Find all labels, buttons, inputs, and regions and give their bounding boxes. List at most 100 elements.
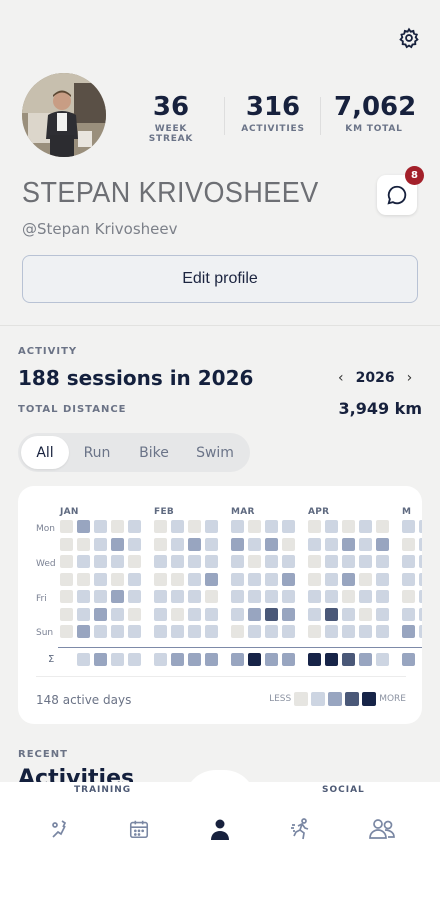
heatmap-day-cell[interactable] (308, 607, 321, 621)
heatmap-day-cell[interactable] (402, 555, 415, 568)
heatmap-day-cell[interactable] (231, 607, 244, 621)
running-icon[interactable] (287, 815, 315, 843)
heatmap-day-cell[interactable] (402, 537, 415, 551)
heatmap-day-cell[interactable] (77, 537, 90, 551)
heatmap-day-cell[interactable] (111, 607, 124, 621)
heatmap-day-cell[interactable] (188, 607, 201, 621)
chevron-left-icon[interactable]: ‹ (338, 370, 344, 386)
heatmap-day-cell[interactable] (265, 607, 278, 621)
heatmap-day-cell[interactable] (231, 537, 244, 551)
heatmap-day-cell[interactable] (248, 537, 261, 551)
heatmap-day-cell[interactable] (402, 520, 415, 533)
heatmap-day-cell[interactable] (154, 555, 167, 568)
heatmap-day-cell[interactable] (359, 572, 372, 586)
profile-icon[interactable] (206, 815, 234, 843)
heatmap-day-cell[interactable] (77, 625, 90, 638)
heatmap-day-cell[interactable] (419, 590, 422, 603)
heatmap-day-cell[interactable] (342, 625, 355, 638)
heatmap-day-cell[interactable] (376, 590, 389, 603)
heatmap-day-cell[interactable] (60, 537, 73, 551)
heatmap-day-cell[interactable] (376, 520, 389, 533)
heatmap-day-cell[interactable] (231, 520, 244, 533)
heatmap-day-cell[interactable] (376, 625, 389, 638)
heatmap-day-cell[interactable] (248, 590, 261, 603)
heatmap-day-cell[interactable] (111, 625, 124, 638)
heatmap-day-cell[interactable] (308, 572, 321, 586)
heatmap-day-cell[interactable] (376, 607, 389, 621)
heatmap-day-cell[interactable] (248, 625, 261, 638)
heatmap-day-cell[interactable] (94, 590, 107, 603)
heatmap-day-cell[interactable] (376, 537, 389, 551)
heatmap-day-cell[interactable] (376, 572, 389, 586)
heatmap-day-cell[interactable] (111, 520, 124, 533)
heatmap-day-cell[interactable] (205, 607, 218, 621)
heatmap-day-cell[interactable] (77, 572, 90, 586)
heatmap-day-cell[interactable] (325, 625, 338, 638)
friends-icon[interactable] (368, 815, 396, 843)
heatmap-day-cell[interactable] (282, 607, 295, 621)
heatmap-day-cell[interactable] (402, 625, 415, 638)
heatmap-day-cell[interactable] (282, 625, 295, 638)
heatmap-day-cell[interactable] (60, 520, 73, 533)
heatmap-day-cell[interactable] (171, 607, 184, 621)
heatmap-day-cell[interactable] (342, 590, 355, 603)
heatmap-day-cell[interactable] (248, 572, 261, 586)
heatmap-day-cell[interactable] (308, 625, 321, 638)
chevron-right-icon[interactable]: › (407, 370, 413, 386)
heatmap-day-cell[interactable] (419, 572, 422, 586)
heatmap-day-cell[interactable] (419, 520, 422, 533)
heatmap-day-cell[interactable] (188, 590, 201, 603)
heatmap-day-cell[interactable] (188, 572, 201, 586)
heatmap-day-cell[interactable] (231, 572, 244, 586)
heatmap-day-cell[interactable] (171, 537, 184, 551)
heatmap-day-cell[interactable] (342, 537, 355, 551)
heatmap-day-cell[interactable] (94, 607, 107, 621)
heatmap-day-cell[interactable] (171, 520, 184, 533)
avatar[interactable] (22, 73, 106, 157)
heatmap-day-cell[interactable] (359, 555, 372, 568)
heatmap-day-cell[interactable] (265, 555, 278, 568)
heatmap-day-cell[interactable] (359, 607, 372, 621)
heatmap-day-cell[interactable] (308, 537, 321, 551)
heatmap-day-cell[interactable] (402, 607, 415, 621)
filter-all[interactable]: All (21, 436, 69, 469)
heatmap-day-cell[interactable] (171, 555, 184, 568)
heatmap-day-cell[interactable] (342, 572, 355, 586)
heatmap-day-cell[interactable] (94, 572, 107, 586)
heatmap-day-cell[interactable] (282, 590, 295, 603)
activity-icon[interactable] (45, 815, 73, 843)
heatmap-day-cell[interactable] (248, 520, 261, 533)
heatmap-day-cell[interactable] (188, 625, 201, 638)
heatmap-day-cell[interactable] (154, 520, 167, 533)
heatmap-day-cell[interactable] (77, 607, 90, 621)
heatmap-day-cell[interactable] (154, 537, 167, 551)
heatmap-day-cell[interactable] (325, 590, 338, 603)
heatmap-day-cell[interactable] (359, 625, 372, 638)
heatmap-day-cell[interactable] (205, 572, 218, 586)
heatmap-day-cell[interactable] (359, 590, 372, 603)
heatmap-day-cell[interactable] (77, 555, 90, 568)
heatmap-day-cell[interactable] (282, 555, 295, 568)
edit-profile-button[interactable]: Edit profile (22, 255, 418, 303)
heatmap-day-cell[interactable] (265, 520, 278, 533)
heatmap-day-cell[interactable] (128, 537, 141, 551)
heatmap-day-cell[interactable] (188, 520, 201, 533)
calendar-icon[interactable] (125, 815, 153, 843)
heatmap-day-cell[interactable] (325, 555, 338, 568)
heatmap-day-cell[interactable] (188, 537, 201, 551)
heatmap-day-cell[interactable] (205, 555, 218, 568)
heatmap-day-cell[interactable] (60, 625, 73, 638)
heatmap-day-cell[interactable] (171, 572, 184, 586)
heatmap-day-cell[interactable] (154, 625, 167, 638)
heatmap-day-cell[interactable] (60, 607, 73, 621)
heatmap-day-cell[interactable] (111, 572, 124, 586)
heatmap-day-cell[interactable] (342, 555, 355, 568)
heatmap-day-cell[interactable] (402, 590, 415, 603)
heatmap-day-cell[interactable] (171, 625, 184, 638)
heatmap-day-cell[interactable] (154, 590, 167, 603)
heatmap-day-cell[interactable] (308, 555, 321, 568)
filter-run[interactable]: Run (69, 436, 125, 469)
heatmap-day-cell[interactable] (171, 590, 184, 603)
heatmap-day-cell[interactable] (60, 555, 73, 568)
heatmap-day-cell[interactable] (265, 625, 278, 638)
